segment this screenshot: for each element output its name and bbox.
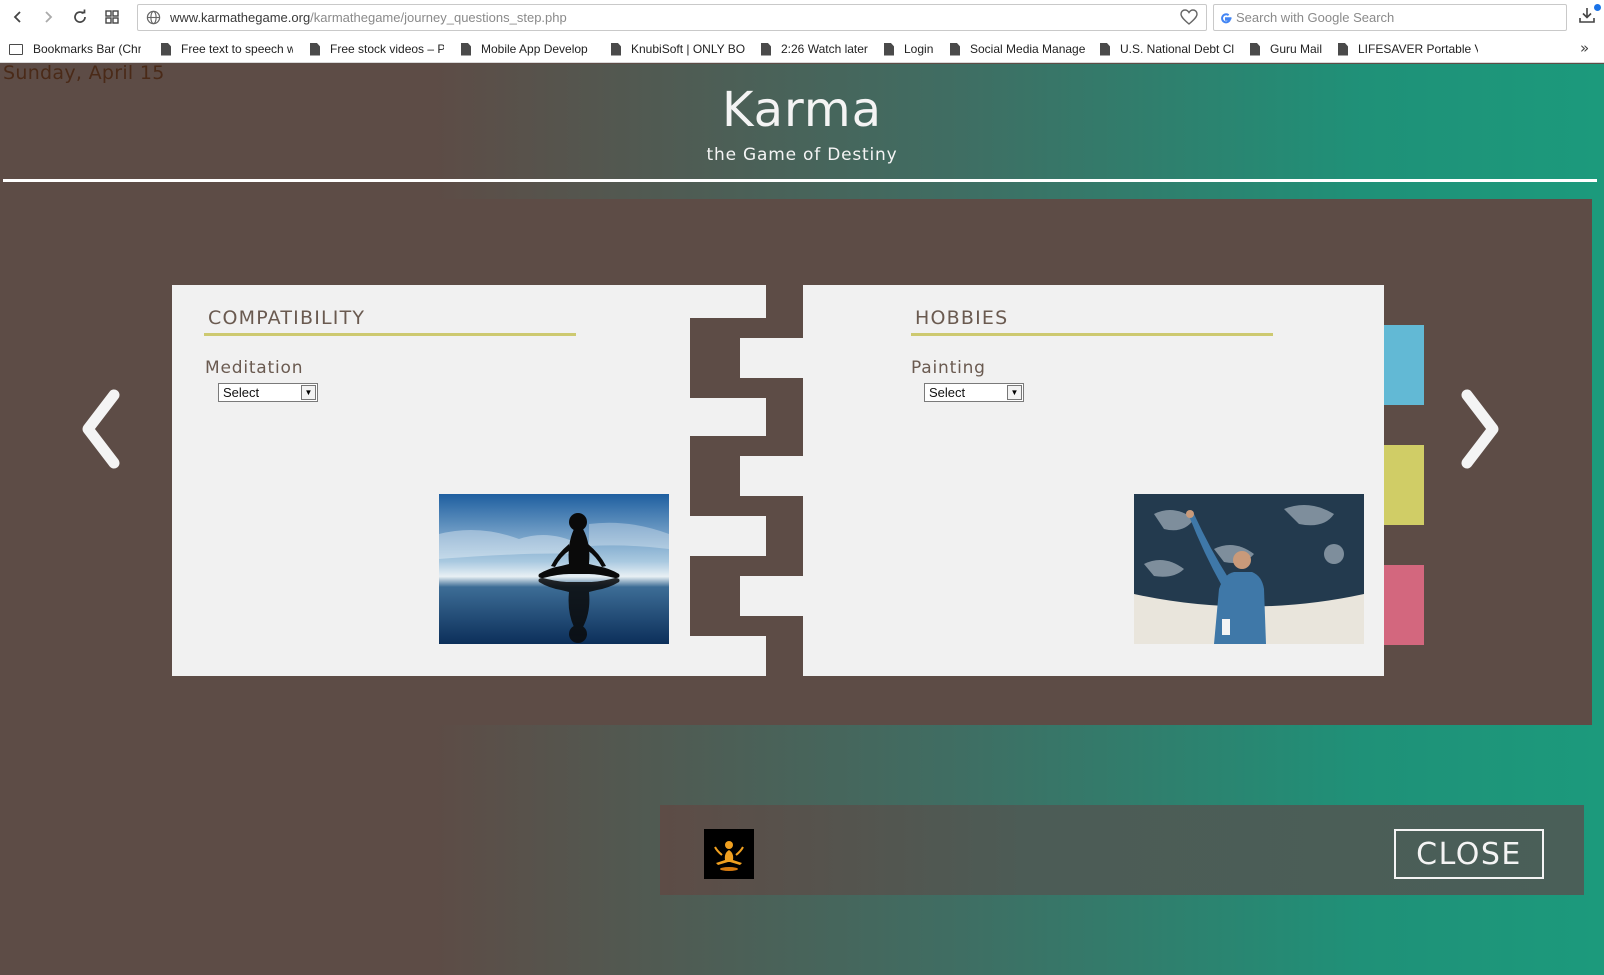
reload-icon[interactable] [69,6,91,28]
bookmark-item[interactable]: LIFESAVER Portable V [1338,41,1478,57]
bookmark-label: Free stock videos – P [330,42,444,56]
bookmark-label: Social Media Manage [970,42,1086,56]
bookmarks-overflow-button[interactable]: » [1580,39,1589,57]
bookmark-folder[interactable]: Bookmarks Bar (Chro [9,41,141,57]
google-icon [1219,10,1233,29]
bookmark-item[interactable]: Social Media Manage [950,41,1088,57]
globe-icon [146,10,161,29]
page-icon [161,42,171,56]
bookmark-label: U.S. National Debt Cl [1120,42,1235,56]
select-value: Select [929,385,966,400]
close-button[interactable]: CLOSE [1394,829,1544,879]
download-badge [1594,4,1601,11]
bookmark-label: Free text to speech w [181,42,293,56]
page-icon [761,42,771,56]
url-domain: www.karmathegame.org [170,10,311,25]
address-bar[interactable]: www.karmathegame.org/karmathegame/journe… [137,4,1207,31]
painting-image [1134,494,1364,644]
header-divider [3,179,1597,182]
bookmarks-bar: Bookmarks Bar (Chro Free text to speech … [0,35,1604,63]
bookmark-label: Bookmarks Bar (Chro [33,42,141,56]
page-icon [950,42,960,56]
bookmark-item[interactable]: Guru Mail [1250,41,1334,57]
bookmark-item[interactable]: U.S. National Debt Cl [1100,41,1240,57]
meditation-select[interactable]: Select ▼ [218,383,318,402]
section-title-compatibility: COMPATIBILITY [208,307,366,329]
section-underline [911,333,1273,336]
search-input[interactable]: Search with Google Search [1213,4,1567,31]
heart-icon[interactable] [1180,9,1198,30]
page-icon [611,42,621,56]
previous-arrow-icon[interactable] [76,389,121,469]
page-icon [310,42,320,56]
bookmark-item[interactable]: KnubiSoft | ONLY BO [611,41,746,57]
karma-page: Sunday, April 15 Karma the Game of Desti… [0,64,1604,975]
meditation-image [439,494,669,644]
category-tab-pink[interactable] [1384,565,1424,645]
bookmark-label: LIFESAVER Portable V [1358,42,1478,56]
question-label-painting: Painting [911,358,986,378]
page-icon [461,42,471,56]
bookmark-item[interactable]: Free text to speech w [161,41,293,57]
bookmark-item[interactable]: Mobile App Develop [461,41,594,57]
page-icon [1100,42,1110,56]
page-title: Karma [721,82,883,138]
section-title-hobbies: HOBBIES [915,307,1009,329]
dropdown-arrow-icon[interactable]: ▼ [1007,385,1022,400]
bookmark-item[interactable]: 2:26 Watch later [761,41,881,57]
select-value: Select [223,385,260,400]
back-icon[interactable] [7,6,29,28]
bookmark-item[interactable]: Free stock videos – P [310,41,444,57]
painting-select[interactable]: Select ▼ [924,383,1024,402]
date-label: Sunday, April 15 [3,64,165,84]
category-tab-yellow[interactable] [1384,445,1424,525]
bookmark-label: Guru Mail [1270,42,1323,56]
folder-icon [9,43,23,55]
karma-logo-icon[interactable] [704,829,754,879]
url-text: www.karmathegame.org/karmathegame/journe… [170,10,567,25]
speed-dial-icon[interactable] [101,6,123,28]
browser-toolbar: www.karmathegame.org/karmathegame/journe… [0,0,1604,35]
question-label-meditation: Meditation [205,358,304,378]
page-icon [884,42,894,56]
search-placeholder: Search with Google Search [1236,10,1395,25]
bookmark-item[interactable]: Login [884,41,954,57]
dropdown-arrow-icon[interactable]: ▼ [301,385,316,400]
forward-icon[interactable] [37,6,59,28]
section-underline [204,333,576,336]
next-arrow-icon[interactable] [1460,389,1505,469]
bookmark-label: Mobile App Develop [481,42,588,56]
bookmark-label: 2:26 Watch later [781,42,868,56]
page-icon [1338,42,1348,56]
page-subtitle: the Game of Destiny [706,145,898,165]
bookmark-label: KnubiSoft | ONLY BO [631,42,746,56]
page-icon [1250,42,1260,56]
category-tab-blue[interactable] [1384,325,1424,405]
url-path: /karmathegame/journey_questions_step.php [310,10,567,25]
bookmark-label: Login [904,42,934,56]
